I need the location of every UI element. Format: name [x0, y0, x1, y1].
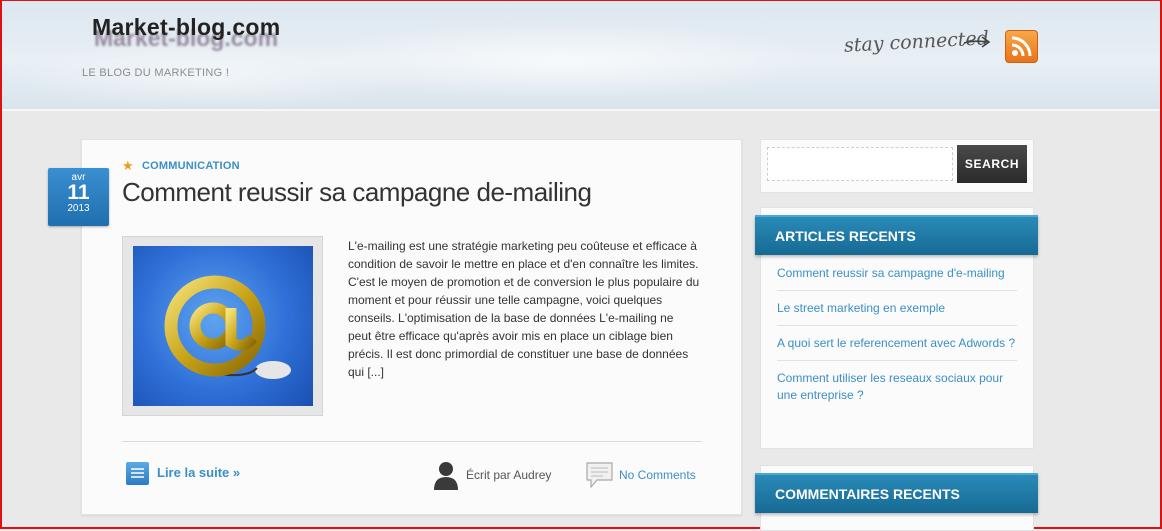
arrow-right-icon — [963, 36, 991, 48]
read-more-link[interactable]: Lire la suite » — [157, 465, 240, 480]
site-logo[interactable]: Market-blog.com — [92, 14, 281, 41]
document-lines-icon — [131, 468, 144, 478]
search-input[interactable] — [767, 147, 953, 181]
post-date-badge: avr 11 2013 — [48, 168, 109, 226]
user-icon — [434, 462, 458, 490]
site-header: Market-blog.com Market-blog.com LE BLOG … — [2, 1, 1160, 111]
post-title[interactable]: Comment reussir sa campagne de-mailing — [122, 177, 592, 208]
search-button[interactable]: SEARCH — [957, 145, 1027, 183]
site-tagline: LE BLOG DU MARKETING ! — [82, 67, 230, 79]
comments-link[interactable]: No Comments — [619, 468, 696, 482]
post-thumbnail[interactable] — [122, 236, 323, 416]
recent-article-link[interactable]: Le street marketing en exemple — [777, 299, 1017, 326]
at-sign-icon — [164, 275, 291, 379]
rss-icon[interactable] — [1005, 30, 1038, 63]
post-divider — [122, 441, 702, 442]
recent-articles-heading: ARTICLES RECENTS — [755, 215, 1038, 255]
post-author: Écrit par Audrey — [466, 468, 552, 482]
star-icon: ★ — [122, 158, 134, 173]
document-icon[interactable] — [126, 462, 149, 485]
recent-article-link[interactable]: Comment reussir sa campagne d'e-mailing — [777, 264, 1017, 291]
email-at-image — [133, 246, 313, 406]
post-category-link[interactable]: COMMUNICATION — [142, 160, 240, 172]
recent-articles-list: Comment reussir sa campagne d'e-mailing … — [777, 264, 1017, 420]
recent-article-link[interactable]: A quoi sert le referencement avec Adword… — [777, 334, 1017, 361]
recent-article-link[interactable]: Comment utiliser les reseaux sociaux pou… — [777, 369, 1017, 412]
recent-comments-heading: COMMENTAIRES RECENTS — [755, 473, 1038, 513]
comment-bubble-icon — [586, 462, 613, 489]
post-excerpt: L'e-mailing est une stratégie marketing … — [348, 239, 700, 379]
post-date-day: 11 — [67, 181, 90, 204]
post-date-year: 2013 — [67, 203, 90, 214]
rss-glyph-icon — [1011, 36, 1032, 57]
